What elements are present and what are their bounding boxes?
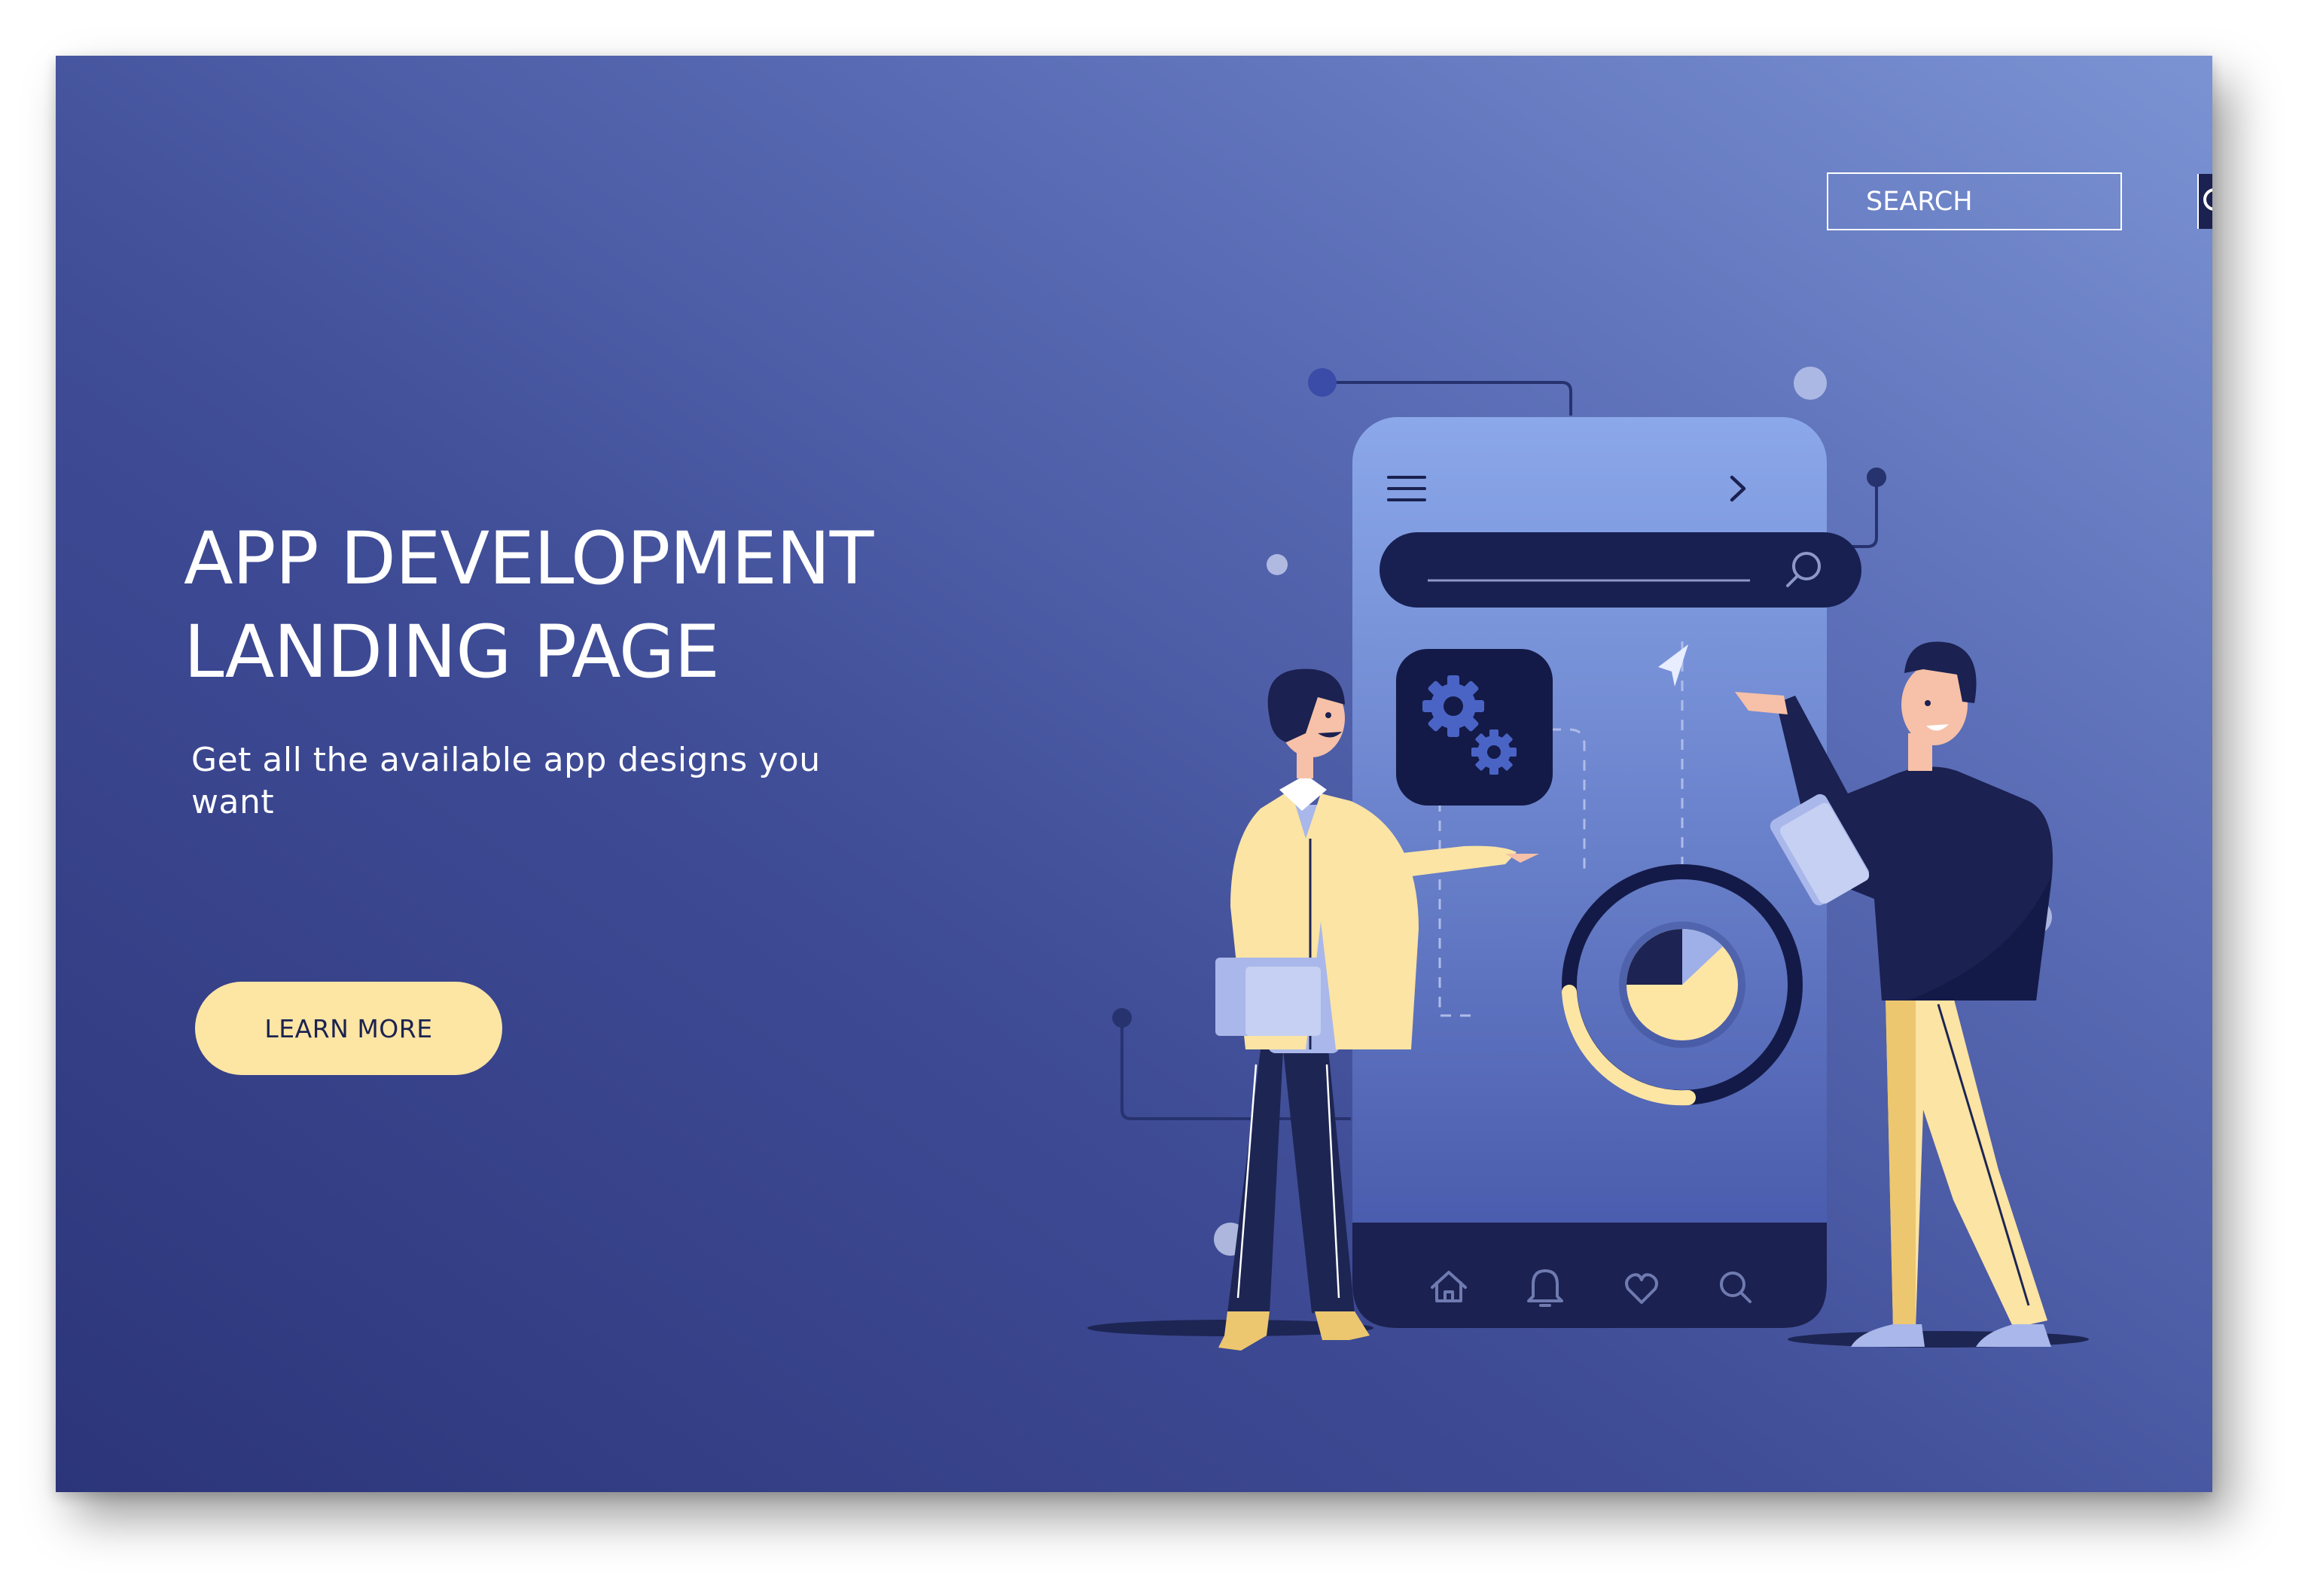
page-title-line-2: LANDING PAGE (184, 610, 720, 694)
phone-search-bar[interactable] (1380, 532, 1861, 608)
app-development-illustration (1087, 367, 2089, 1351)
page-title-line-1: APP DEVELOPMENT (184, 516, 873, 601)
page-subtitle: Get all the available app designs you wa… (191, 741, 821, 821)
search-input[interactable] (1828, 174, 2197, 229)
search-button[interactable] (2197, 174, 2212, 229)
page-title: APP DEVELOPMENT LANDING PAGE (184, 512, 1012, 699)
learn-more-button[interactable]: LEARN MORE (195, 982, 502, 1075)
settings-tile[interactable] (1396, 649, 1553, 806)
landing-page-card: APP DEVELOPMENT LANDING PAGE Get all the… (56, 56, 2212, 1492)
search-bar (1827, 172, 2212, 230)
pie-chart-icon (1627, 928, 1738, 1040)
search-icon (2203, 187, 2212, 211)
